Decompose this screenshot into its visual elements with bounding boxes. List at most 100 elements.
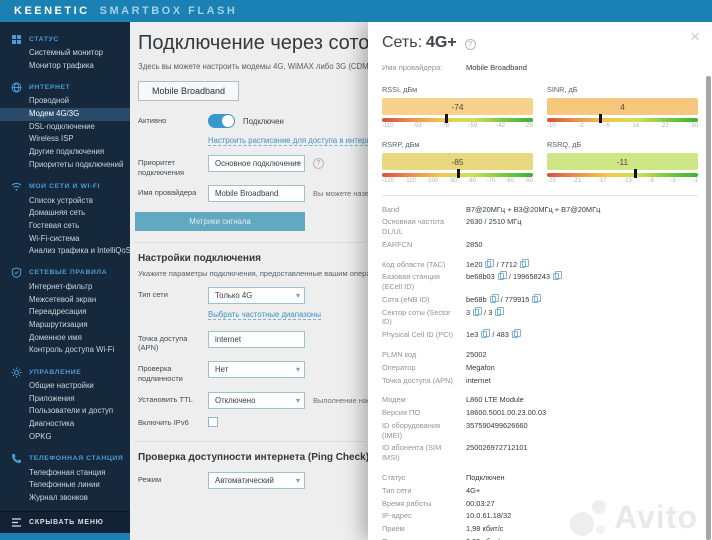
- sidebar-item[interactable]: Домашняя сеть: [0, 207, 130, 220]
- panel-title: Сеть: 4G+ ?: [382, 34, 698, 52]
- detail-value: 00:03:27: [466, 498, 495, 508]
- detail-row: EARFCN 2850: [382, 238, 698, 251]
- sidebar-item[interactable]: Системный монитор: [0, 47, 130, 60]
- network-type-label: Тип сети: [138, 289, 168, 299]
- copy-icon[interactable]: [520, 258, 530, 268]
- sidebar-item[interactable]: Межсетевой экран: [0, 294, 130, 307]
- sidebar-item[interactable]: Приложения: [0, 393, 130, 406]
- panel-help-icon[interactable]: ?: [464, 38, 476, 50]
- sidebar-item[interactable]: Пользователи и доступ: [0, 405, 130, 418]
- apn-input[interactable]: internet: [208, 330, 305, 348]
- detail-value: 1,98 кбит/с: [466, 524, 504, 534]
- sidebar-item[interactable]: Анализ трафика и IntelliQoS: [0, 245, 130, 258]
- sidebar-section-header[interactable]: СЕТЕВЫЕ ПРАВИЛА: [0, 265, 130, 281]
- sidebar-section-header[interactable]: СТАТУС: [0, 31, 130, 47]
- sidebar-item[interactable]: Другие подключения: [0, 146, 130, 159]
- sidebar-item[interactable]: Доменное имя: [0, 332, 130, 345]
- meter-tick-label: -5: [670, 178, 676, 184]
- signal-meter: RSRP, дБм -85 -120 -110 -100 -90 -80 -70 -60 -50: [382, 140, 533, 184]
- sidebar-item[interactable]: Монитор трафика: [0, 60, 130, 73]
- detail-label: ID абонента (SIM IMSI): [382, 443, 442, 463]
- active-label: Активно: [138, 116, 167, 125]
- meter-ticks: -25 -21 -17 -13 -9 -5 -1: [547, 178, 698, 184]
- copy-icon[interactable]: [532, 293, 542, 303]
- hide-menu-button[interactable]: СКРЫВАТЬ МЕНЮ: [0, 511, 130, 533]
- sidebar-section-header[interactable]: ИНТЕРНЕТ: [0, 79, 130, 95]
- sidebar-item[interactable]: Wireless ISP: [0, 133, 130, 146]
- meter-tick-label: 6: [606, 123, 610, 129]
- meter-tick-label: 22: [661, 123, 669, 129]
- copy-icon[interactable]: [489, 293, 499, 303]
- ipv6-checkbox[interactable]: [208, 416, 218, 427]
- schedule-link[interactable]: Настроить расписание для доступа в интер…: [208, 136, 379, 146]
- sidebar-item[interactable]: OPKG: [0, 431, 130, 444]
- meter-marker: [456, 169, 460, 178]
- active-toggle[interactable]: [208, 114, 235, 128]
- sidebar-item[interactable]: DSL-подключение: [0, 121, 130, 134]
- network-type-select[interactable]: Только 4G: [208, 286, 305, 304]
- sidebar-item[interactable]: Список устройств: [0, 195, 130, 208]
- auth-select[interactable]: Нет: [208, 361, 305, 378]
- sidebar-section-header[interactable]: УПРАВЛЕНИЕ: [0, 364, 130, 380]
- copy-icon[interactable]: [552, 271, 562, 281]
- mode-select[interactable]: Автоматический: [208, 472, 305, 490]
- meter-tick-label: -9: [648, 178, 654, 184]
- signal-meter: RSRQ, дБ -11 -25 -21 -17 -13 -9 -5 -1: [547, 140, 698, 184]
- detail-row: Версия ПО 18600.5001.00.23.00.03: [382, 407, 698, 420]
- detail-label: Точка доступа (APN): [382, 375, 453, 385]
- meter-scale: [382, 114, 533, 123]
- sidebar-item[interactable]: Переадресация: [0, 306, 130, 319]
- sidebar-item[interactable]: Wi-Fi-система: [0, 233, 130, 246]
- sidebar-bottom-strip: [0, 533, 130, 540]
- brand-logo: KEENETIC: [14, 5, 90, 17]
- detail-row: ID абонента (SIM IMSI) 250026972712101: [382, 442, 698, 464]
- meter-tick-label: -2: [578, 123, 584, 129]
- sidebar-item[interactable]: Маршрутизация: [0, 319, 130, 332]
- sidebar-item[interactable]: Модем 4G/3G: [0, 108, 130, 121]
- copy-icon[interactable]: [495, 306, 505, 316]
- meter-tick-label: -100: [426, 178, 439, 184]
- copy-icon[interactable]: [481, 329, 491, 339]
- detail-value: 25002: [466, 349, 487, 359]
- tab-mobile-broadband[interactable]: Mobile Broadband: [138, 81, 240, 101]
- sidebar-item[interactable]: Приоритеты подключений: [0, 159, 130, 172]
- sidebar-item[interactable]: Телефонные линии: [0, 479, 130, 492]
- sidebar-item[interactable]: Общие настройки: [0, 380, 130, 393]
- signal-metrics-button[interactable]: Метрики сигнала: [135, 211, 305, 231]
- copy-icon[interactable]: [511, 329, 521, 339]
- detail-copy-value: 483: [496, 330, 509, 340]
- close-icon[interactable]: ×: [690, 28, 700, 45]
- sidebar-item[interactable]: Журнал звонков: [0, 492, 130, 505]
- ttl-select[interactable]: Отключено: [208, 391, 305, 409]
- copy-icon[interactable]: [485, 258, 495, 268]
- copy-icon[interactable]: [497, 271, 507, 281]
- divider: [135, 441, 365, 443]
- sidebar-item[interactable]: Диагностика: [0, 418, 130, 431]
- detail-label: Основная частота DL/UL: [382, 217, 445, 237]
- sidebar-section-header[interactable]: ТЕЛЕФОННАЯ СТАНЦИЯ: [0, 451, 130, 467]
- sidebar-item[interactable]: Проводной: [0, 95, 130, 108]
- detail-label: Модем: [382, 395, 406, 405]
- panel-scrollbar[interactable]: [706, 76, 711, 540]
- copy-icon[interactable]: [473, 306, 483, 316]
- detail-label: Physical Cell ID (PCI): [382, 330, 454, 340]
- ipv6-label: Включить IPv6: [138, 417, 189, 427]
- sidebar-item[interactable]: Гостевая сеть: [0, 220, 130, 233]
- meter-tick-label: -42: [496, 123, 506, 129]
- meter-tick-label: 14: [632, 123, 640, 129]
- sidebar-item[interactable]: Интернет-фильтр: [0, 281, 130, 294]
- detail-value: be68b03 / 199658243: [466, 271, 562, 282]
- meter-scale: [547, 169, 698, 178]
- frequency-bands-link[interactable]: Выбрать частотные диапазоны: [208, 310, 321, 320]
- provider-input[interactable]: Mobile Broadband: [208, 184, 305, 202]
- priority-help-icon[interactable]: ?: [313, 158, 324, 169]
- panel-provider-label: Имя провайдера:: [382, 63, 443, 72]
- phone-icon: [10, 453, 22, 465]
- sidebar-item[interactable]: Контроль доступа Wi-Fi: [0, 344, 130, 357]
- detail-value: 1e20 / 7712: [466, 258, 530, 270]
- sidebar-item[interactable]: Телефонная станция: [0, 467, 130, 480]
- sidebar-section-header[interactable]: МОИ СЕТИ И WI-FI: [0, 179, 130, 195]
- sidebar-section: ИНТЕРНЕТ Проводной Модем 4G/3G DSL-подключе…: [0, 79, 130, 171]
- priority-select[interactable]: Основное подключение: [208, 155, 305, 172]
- sidebar-section-title: СТАТУС: [29, 35, 59, 43]
